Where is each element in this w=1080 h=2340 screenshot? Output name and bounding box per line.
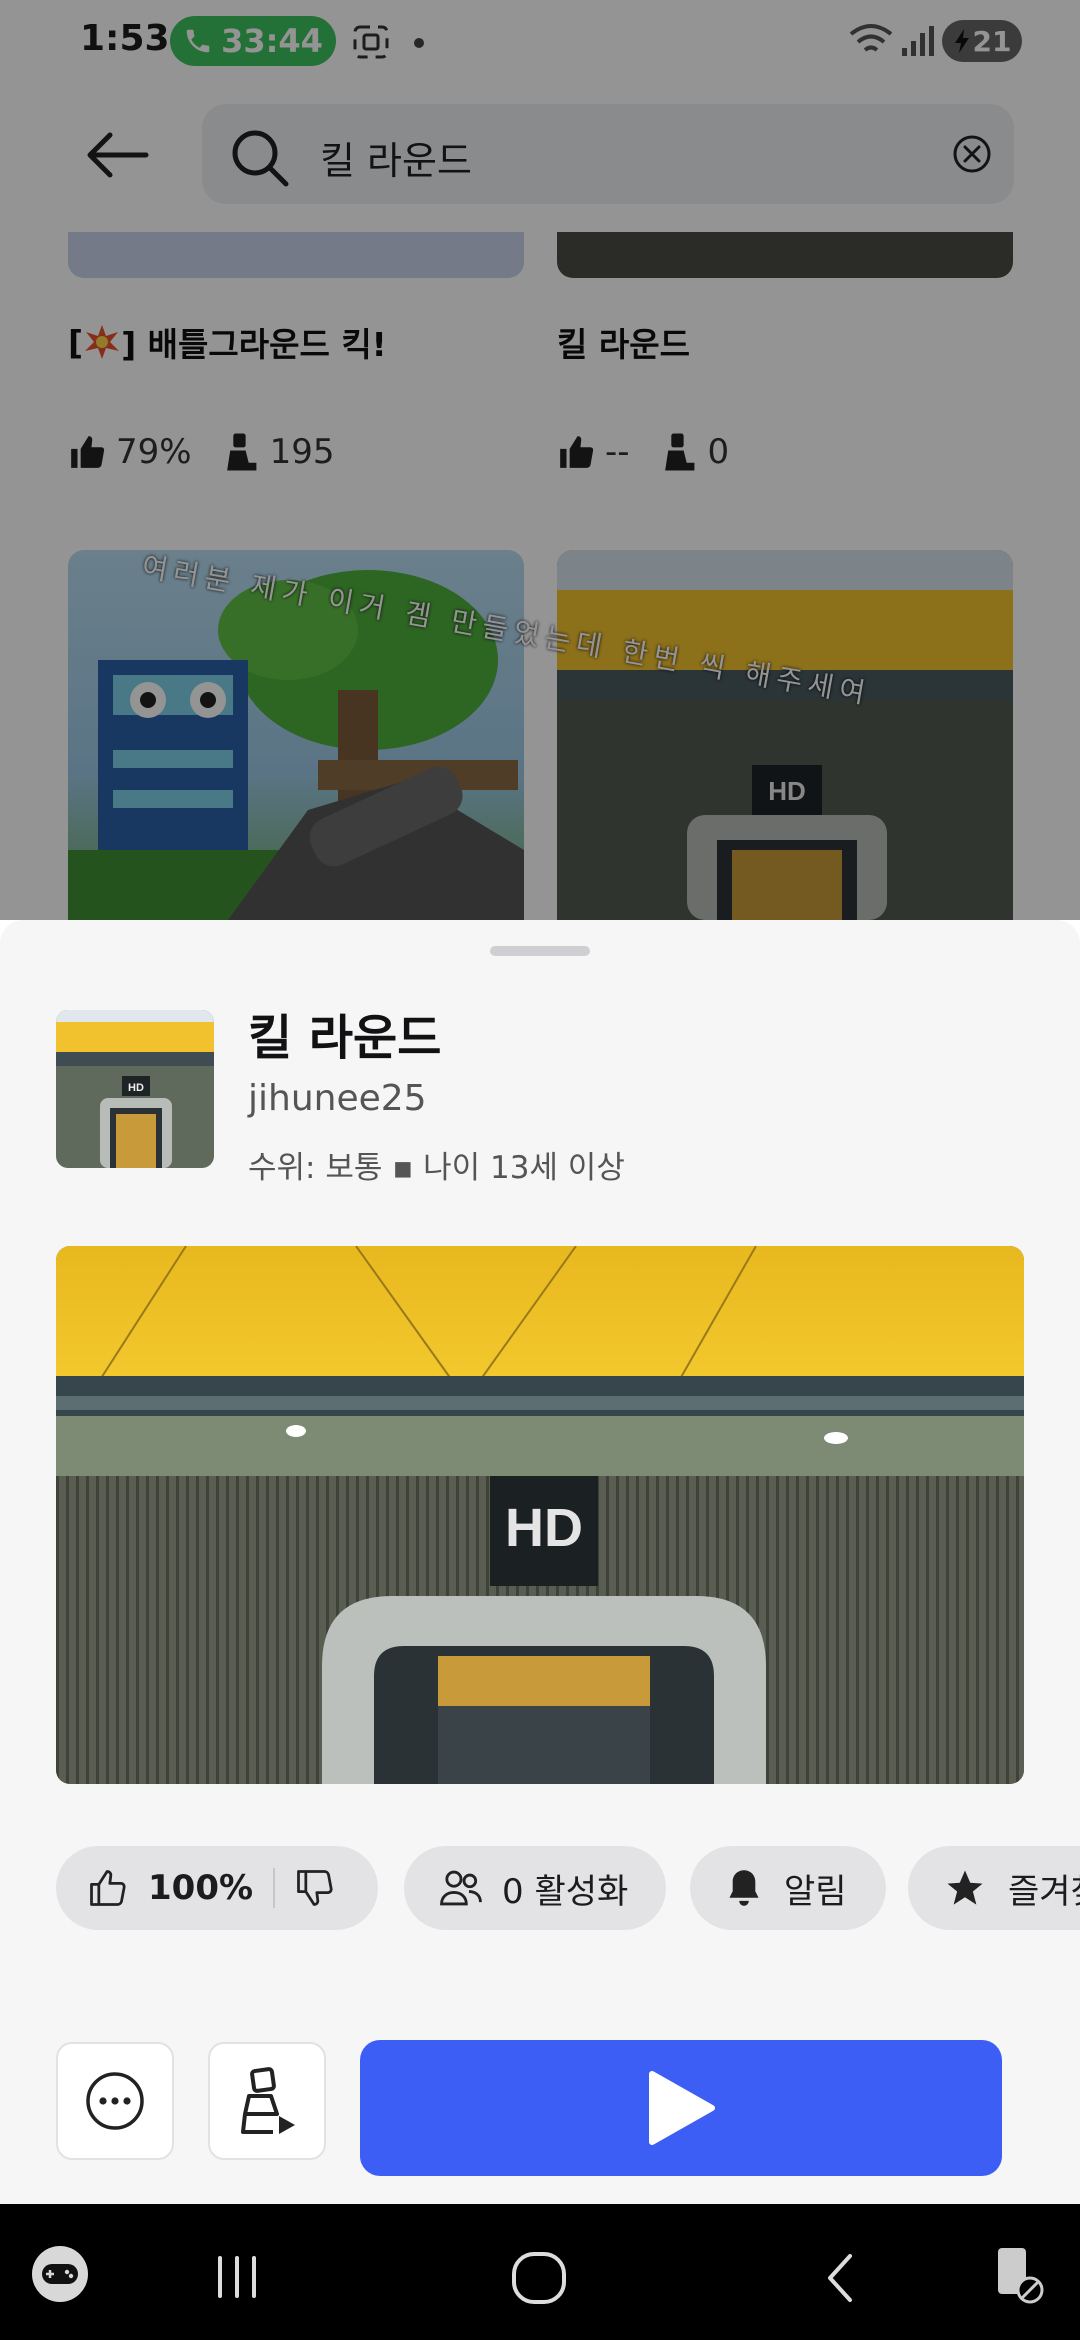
thumbs-up-outline-icon[interactable] xyxy=(86,1866,130,1910)
people-icon xyxy=(440,1870,482,1906)
avatar-button[interactable] xyxy=(208,2042,326,2160)
recent-apps-icon[interactable] xyxy=(212,2254,262,2300)
hd-label-icon: HD xyxy=(128,1082,144,1094)
favorite-label: 즐겨찾 xyxy=(1008,1871,1080,1912)
subway-art-large: HD xyxy=(56,1246,1024,1784)
gamepad-icon xyxy=(42,2264,78,2284)
chip-divider xyxy=(273,1868,276,1908)
rating-chip: 100% xyxy=(56,1846,378,1930)
active-count: 0 활성화 xyxy=(502,1871,629,1912)
game-title: 킬 라운드 xyxy=(248,1010,442,1066)
hd-label-large: HD xyxy=(505,1498,583,1558)
game-screenshot[interactable]: HD xyxy=(56,1246,1024,1784)
rating-percent: 100% xyxy=(148,1868,254,1908)
content-rating: 수위: 보통 ▪ 나이 13세 이상 xyxy=(248,1150,625,1186)
subway-art-icon: HD xyxy=(56,1010,214,1168)
bell-icon xyxy=(729,1870,759,1906)
notify-label: 알림 xyxy=(784,1871,847,1912)
active-players-chip[interactable]: 0 활성화 xyxy=(404,1846,666,1930)
creator-name[interactable]: jihunee25 xyxy=(248,1078,427,1119)
game-icon: HD xyxy=(56,1010,214,1168)
game-launcher-button[interactable] xyxy=(32,2246,88,2302)
device-rotate-icon[interactable] xyxy=(992,2244,1048,2308)
play-icon xyxy=(649,2071,715,2145)
notify-chip[interactable]: 알림 xyxy=(690,1846,886,1930)
favorite-chip[interactable]: 즐겨찾 xyxy=(908,1846,1080,1930)
modal-scrim[interactable] xyxy=(0,0,1080,920)
avatar-play-icon xyxy=(241,2067,295,2134)
sheet-drag-handle[interactable] xyxy=(490,946,590,956)
home-icon[interactable] xyxy=(508,2250,570,2306)
more-options-button[interactable] xyxy=(56,2042,174,2160)
back-nav-icon[interactable] xyxy=(820,2250,860,2306)
thumbs-down-outline-icon[interactable] xyxy=(293,1866,337,1910)
more-icon xyxy=(86,2072,144,2130)
play-button[interactable] xyxy=(360,2040,1002,2176)
star-icon xyxy=(947,1870,983,1905)
